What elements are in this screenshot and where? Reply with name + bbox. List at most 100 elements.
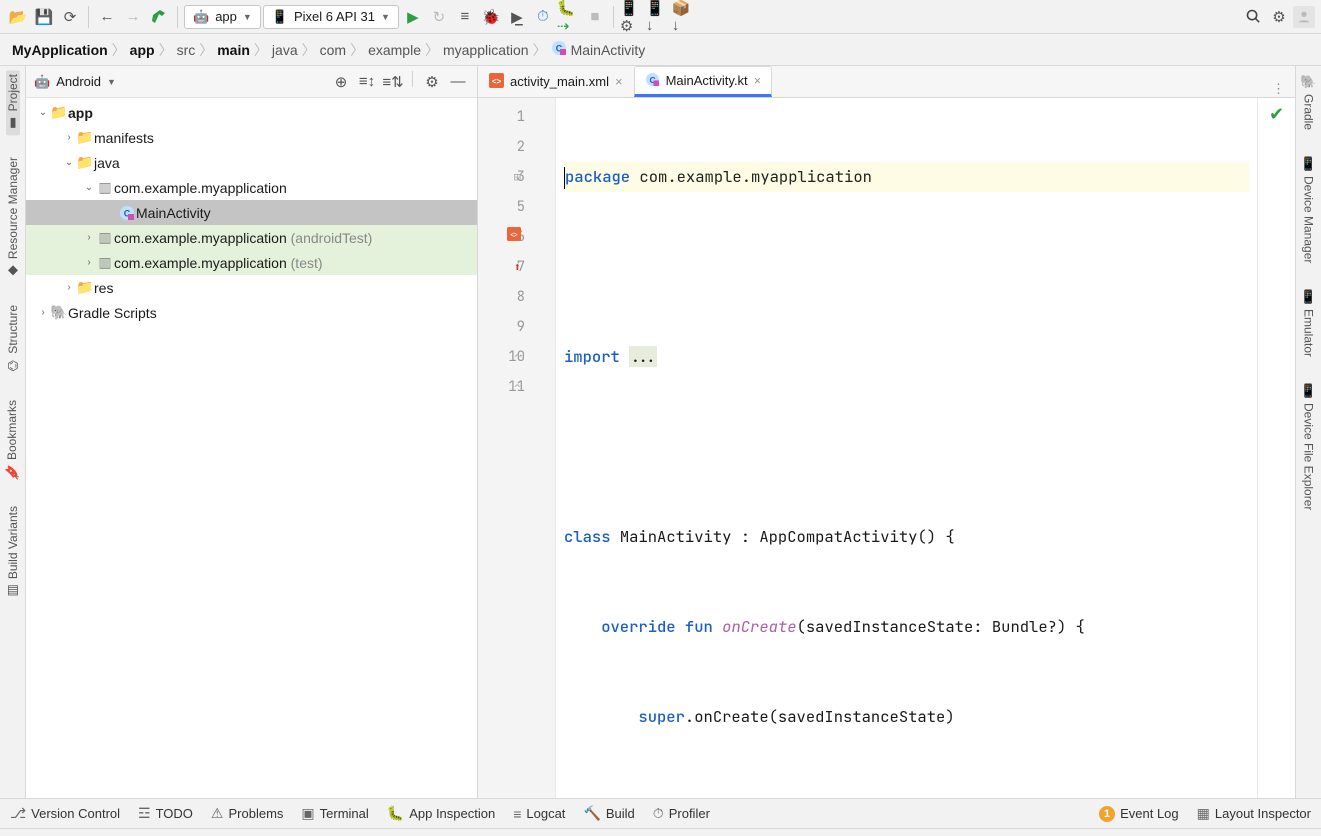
tree-node-androidtest[interactable]: › ▥ com.example.myapplication (androidTe…: [26, 225, 477, 250]
logcat-icon: ≡: [513, 806, 521, 822]
phone-icon: 📱: [272, 9, 288, 25]
editor-inspection-bar: ✔: [1257, 98, 1295, 798]
chevron-right-icon[interactable]: ›: [62, 282, 76, 293]
open-folder-icon[interactable]: 📂: [6, 5, 30, 29]
chevron-down-icon[interactable]: ▼: [107, 77, 116, 87]
bb-logcat[interactable]: ≡Logcat: [513, 806, 565, 822]
crumb[interactable]: MainActivity: [571, 42, 646, 58]
rail-build-variants[interactable]: ▤Build Variants: [6, 502, 20, 603]
folder-icon: ▮: [9, 115, 16, 131]
close-icon[interactable]: ×: [754, 73, 762, 88]
chevron-down-icon[interactable]: ⌄: [82, 182, 96, 193]
stop-icon[interactable]: ■: [583, 5, 607, 29]
sdk-icon[interactable]: 📱↓: [646, 5, 670, 29]
minimize-icon[interactable]: —: [447, 71, 469, 93]
breadcrumb: MyApplication 〉 app 〉 src 〉 main 〉 java …: [0, 34, 1321, 66]
attach-debugger-icon[interactable]: 🐛⇢: [557, 5, 581, 29]
tree-node-package[interactable]: ⌄ ▥ com.example.myapplication: [26, 175, 477, 200]
editor-tabstrip: <> activity_main.xml × C MainActivity.kt…: [478, 66, 1295, 98]
rail-structure[interactable]: ⌬Structure: [6, 301, 20, 378]
rail-gradle[interactable]: 🐘Gradle: [1300, 70, 1316, 134]
sync-gradle-icon[interactable]: 📦↓: [672, 5, 696, 29]
bb-layout-inspector[interactable]: ▦Layout Inspector: [1197, 805, 1311, 822]
warning-icon: ⚠: [211, 805, 224, 822]
project-tree[interactable]: ⌄ 📁 app › 📁 manifests ⌄ 📁 java ⌄ ▥ com.e…: [26, 98, 477, 798]
profile-icon[interactable]: ⏱: [531, 5, 555, 29]
tab-main-activity-kt[interactable]: C MainActivity.kt ×: [634, 66, 773, 97]
collapse-icon[interactable]: ≡⇅: [382, 71, 404, 93]
fold-expand-icon[interactable]: ⊞: [514, 162, 521, 192]
tree-node-app[interactable]: ⌄ 📁 app: [26, 100, 477, 125]
code-area[interactable]: package com.example.myapplication import…: [556, 98, 1257, 798]
crumb[interactable]: myapplication: [443, 42, 529, 58]
coverage-icon[interactable]: ▶̲: [505, 5, 529, 29]
chevron-right-icon[interactable]: ›: [36, 307, 50, 318]
debug-icon[interactable]: 🐞: [479, 5, 503, 29]
run-line-icon[interactable]: <>: [507, 222, 521, 252]
back-icon[interactable]: ←: [95, 5, 119, 29]
close-icon[interactable]: ×: [615, 74, 623, 89]
tree-node-main-activity[interactable]: C MainActivity: [26, 200, 477, 225]
fold-close-icon[interactable]: ⌃: [514, 372, 521, 402]
rail-device-manager[interactable]: 📱Device Manager: [1300, 152, 1316, 267]
run-icon[interactable]: ▶: [401, 5, 425, 29]
crumb[interactable]: example: [368, 42, 421, 58]
rail-device-file-explorer[interactable]: 📱Device File Explorer: [1300, 379, 1316, 514]
expand-icon[interactable]: ≡↕: [356, 71, 378, 93]
tree-node-res[interactable]: › 📁 res: [26, 275, 477, 300]
crumb[interactable]: MyApplication: [12, 42, 108, 58]
forward-icon[interactable]: →: [121, 5, 145, 29]
crumb[interactable]: com: [320, 42, 346, 58]
user-avatar[interactable]: [1293, 6, 1315, 28]
editor-tabs-more[interactable]: ⋮: [1262, 81, 1295, 97]
bb-profiler[interactable]: ⏱Profiler: [653, 805, 710, 822]
line-gutter[interactable]: 1 2 3⊞ 5 6 <> 7⬆ 8 9 10⌃ 11⌃: [478, 98, 556, 798]
tree-node-test[interactable]: › ▥ com.example.myapplication (test): [26, 250, 477, 275]
search-icon[interactable]: [1241, 5, 1265, 29]
override-up-icon[interactable]: ⬆: [514, 252, 521, 282]
tree-node-gradle-scripts[interactable]: › 🐘 Gradle Scripts: [26, 300, 477, 325]
settings-icon[interactable]: ⚙: [1267, 5, 1291, 29]
save-icon[interactable]: 💾: [32, 5, 56, 29]
chevron-right-icon[interactable]: ›: [62, 132, 76, 143]
gear-icon[interactable]: ⚙: [421, 71, 443, 93]
chevron-right-icon[interactable]: ›: [82, 232, 96, 243]
chevron-right-icon[interactable]: ›: [82, 257, 96, 268]
build-hammer-icon[interactable]: [147, 5, 171, 29]
target-icon[interactable]: ⊕: [330, 71, 352, 93]
tree-node-manifests[interactable]: › 📁 manifests: [26, 125, 477, 150]
run-config-icon[interactable]: ≡: [453, 5, 477, 29]
sync-icon[interactable]: ⟳: [58, 5, 82, 29]
profiler-icon: ⏱: [653, 805, 664, 822]
bb-build[interactable]: 🔨Build: [583, 805, 634, 822]
bb-terminal[interactable]: ▣Terminal: [301, 805, 368, 822]
device-dropdown[interactable]: 📱 Pixel 6 API 31 ▼: [263, 5, 399, 29]
package-icon: ▥: [96, 254, 114, 271]
project-view-mode[interactable]: Android: [56, 74, 101, 89]
bb-todo[interactable]: ☲TODO: [138, 805, 193, 822]
check-ok-icon[interactable]: ✔: [1269, 104, 1284, 125]
rail-project[interactable]: ▮Project: [6, 70, 20, 135]
crumb[interactable]: src: [177, 42, 196, 58]
crumb[interactable]: main: [217, 42, 250, 58]
run-config-dropdown[interactable]: 🤖 app ▼: [184, 5, 261, 29]
avd-icon[interactable]: 📱⚙: [620, 5, 644, 29]
rail-emulator[interactable]: 📱Emulator: [1300, 285, 1316, 361]
bb-problems[interactable]: ⚠Problems: [211, 805, 283, 822]
rail-bookmarks[interactable]: 🔖Bookmarks: [4, 396, 20, 484]
rail-resource-manager[interactable]: ◆Resource Manager: [6, 153, 20, 283]
tab-activity-main-xml[interactable]: <> activity_main.xml ×: [478, 66, 634, 97]
svg-text:<>: <>: [492, 77, 502, 86]
chevron-down-icon[interactable]: ⌄: [36, 107, 50, 118]
bb-version-control[interactable]: ⎇Version Control: [10, 805, 120, 822]
chevron-down-icon[interactable]: ⌄: [62, 157, 76, 168]
bb-app-inspection[interactable]: 🐛App Inspection: [387, 805, 495, 822]
fold-close-icon[interactable]: ⌃: [514, 342, 521, 372]
apply-changes-icon[interactable]: ↻: [427, 5, 451, 29]
bb-event-log[interactable]: 1Event Log: [1099, 806, 1179, 822]
emulator-icon: 📱: [1300, 289, 1316, 305]
crumb[interactable]: app: [130, 42, 155, 58]
event-count-badge: 1: [1099, 806, 1115, 822]
crumb[interactable]: java: [272, 42, 298, 58]
tree-node-java[interactable]: ⌄ 📁 java: [26, 150, 477, 175]
